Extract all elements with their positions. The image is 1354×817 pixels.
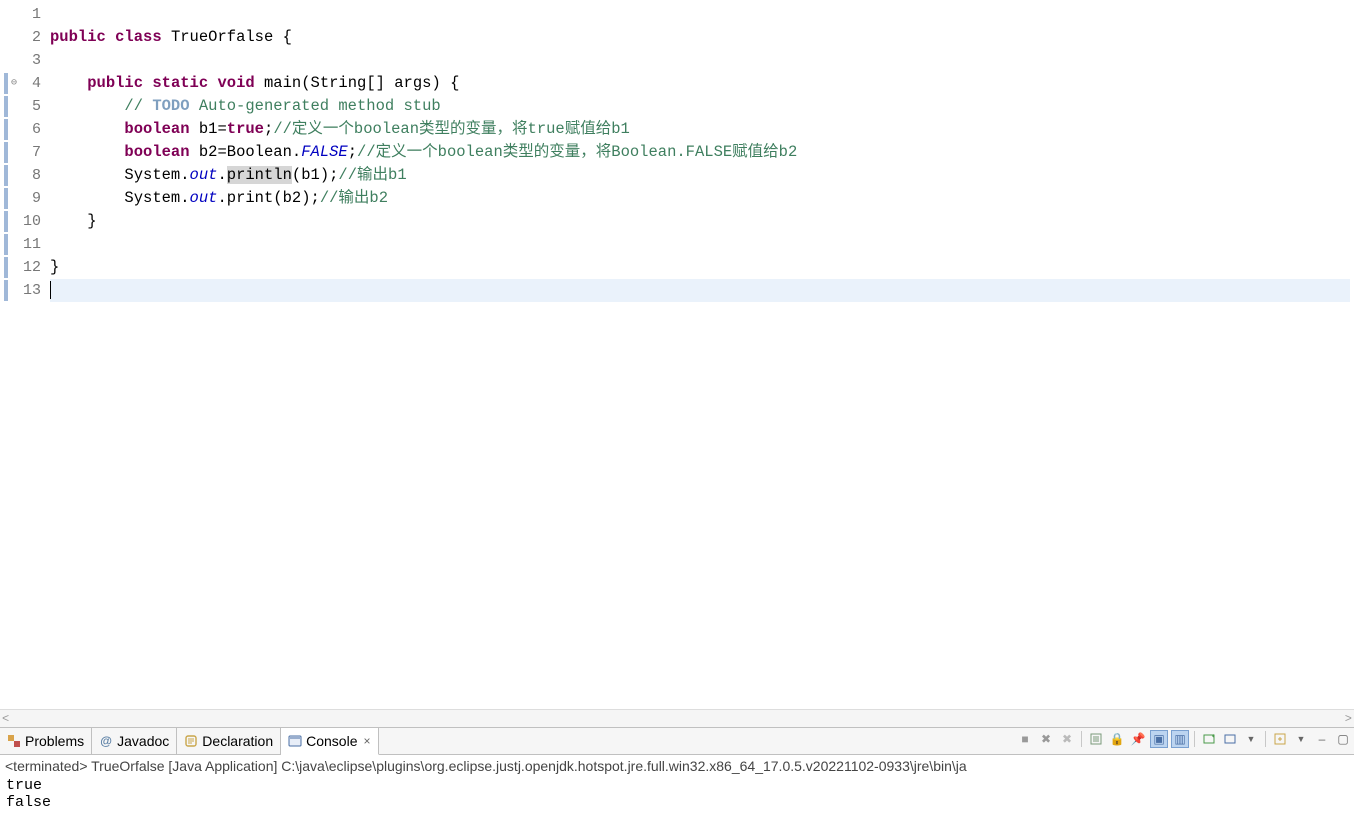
scroll-lock-button[interactable]: 🔒: [1108, 730, 1126, 748]
line-number: 3: [14, 49, 41, 72]
minimize-button[interactable]: –: [1313, 730, 1331, 748]
open-console-button[interactable]: [1200, 730, 1218, 748]
close-icon[interactable]: ×: [364, 734, 371, 748]
line-number: 7: [14, 141, 41, 164]
javadoc-icon: @: [99, 734, 113, 748]
bottom-panel: Problems @ Javadoc Declaration Console ×…: [0, 727, 1354, 817]
dropdown-icon[interactable]: ▼: [1242, 730, 1260, 748]
code-line[interactable]: System.out.println(b1);//输出b1: [50, 164, 1350, 187]
view-tab-bar: Problems @ Javadoc Declaration Console ×…: [0, 728, 1354, 755]
gutter: 12345678910111213: [0, 0, 46, 709]
scroll-right-icon[interactable]: >: [1345, 712, 1352, 726]
code-line[interactable]: }: [50, 256, 1350, 279]
code-line[interactable]: System.out.print(b2);//输出b2: [50, 187, 1350, 210]
code-line[interactable]: // TODO Auto-generated method stub: [50, 95, 1350, 118]
tab-label: Console: [306, 733, 357, 749]
console-icon: [288, 734, 302, 748]
line-number: 5: [14, 95, 41, 118]
remove-all-button[interactable]: ✖: [1058, 730, 1076, 748]
tab-label: Declaration: [202, 733, 273, 749]
code-line[interactable]: boolean b2=Boolean.FALSE;//定义一个boolean类型…: [50, 141, 1350, 164]
line-number: 12: [14, 256, 41, 279]
clear-console-button[interactable]: [1087, 730, 1105, 748]
line-number: 2: [14, 26, 41, 49]
line-number: 1: [14, 3, 41, 26]
pin-console-button[interactable]: 📌: [1129, 730, 1147, 748]
tab-problems[interactable]: Problems: [0, 728, 92, 754]
code-line[interactable]: public static void main(String[] args) {: [50, 72, 1350, 95]
console-output[interactable]: true false: [0, 775, 1354, 817]
new-console-button[interactable]: [1271, 730, 1289, 748]
line-number: 11: [14, 233, 41, 256]
line-number: 10: [14, 210, 41, 233]
display-selected-button[interactable]: [1221, 730, 1239, 748]
tab-label: Problems: [25, 733, 84, 749]
code-line[interactable]: boolean b1=true;//定义一个boolean类型的变量，将true…: [50, 118, 1350, 141]
scroll-left-icon[interactable]: <: [2, 712, 9, 726]
dropdown-icon[interactable]: ▼: [1292, 730, 1310, 748]
console-terminated-header: <terminated> TrueOrfalse [Java Applicati…: [0, 755, 1354, 775]
code-line[interactable]: [50, 279, 1350, 302]
line-number: 13: [14, 279, 41, 302]
tab-javadoc[interactable]: @ Javadoc: [92, 728, 177, 754]
line-number: 4: [14, 72, 41, 95]
show-console-err-button[interactable]: ▥: [1171, 730, 1189, 748]
declaration-icon: [184, 734, 198, 748]
code-line[interactable]: [50, 233, 1350, 256]
code-line[interactable]: public class TrueOrfalse {: [50, 26, 1350, 49]
code-editor[interactable]: 12345678910111213 public class TrueOrfal…: [0, 0, 1354, 709]
tab-console[interactable]: Console ×: [281, 728, 378, 755]
code-line[interactable]: }: [50, 210, 1350, 233]
horizontal-scrollbar[interactable]: < >: [0, 709, 1354, 727]
maximize-button[interactable]: ▢: [1334, 730, 1352, 748]
code-line[interactable]: [50, 49, 1350, 72]
console-toolbar: ■ ✖ ✖ 🔒 📌 ▣ ▥ ▼ ▼ – ▢: [1016, 730, 1352, 748]
problems-icon: [7, 734, 21, 748]
line-number: 9: [14, 187, 41, 210]
show-console-output-button[interactable]: ▣: [1150, 730, 1168, 748]
tab-declaration[interactable]: Declaration: [177, 728, 281, 754]
line-number: 8: [14, 164, 41, 187]
remove-launch-button[interactable]: ✖: [1037, 730, 1055, 748]
line-number: 6: [14, 118, 41, 141]
tab-label: Javadoc: [117, 733, 169, 749]
code-area[interactable]: public class TrueOrfalse { public static…: [46, 0, 1354, 709]
terminate-button[interactable]: ■: [1016, 730, 1034, 748]
code-line[interactable]: [50, 3, 1350, 26]
